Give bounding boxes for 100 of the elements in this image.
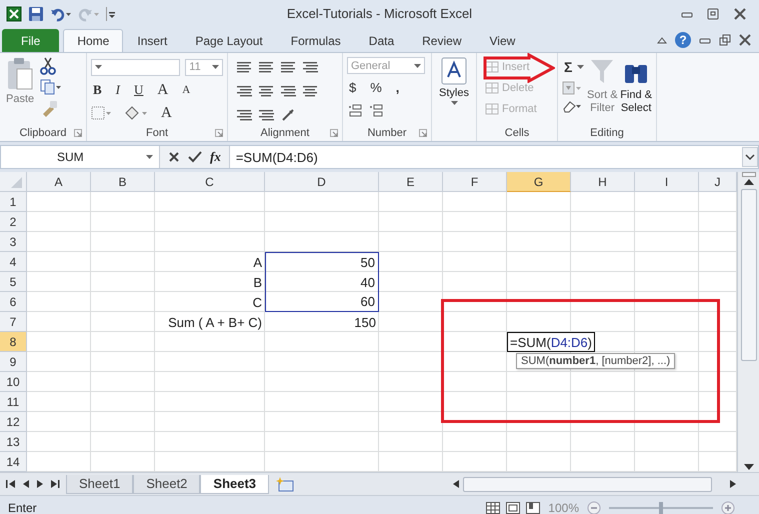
grow-font-button[interactable]: A (155, 82, 170, 98)
copy-icon[interactable] (40, 78, 62, 96)
align-middle-icon[interactable] (258, 60, 274, 74)
insert-function-button[interactable]: fx (210, 149, 221, 165)
row-header[interactable]: 12 (0, 412, 27, 432)
dropdown-icon[interactable] (414, 64, 421, 68)
row-header[interactable]: 5 (0, 272, 27, 292)
spreadsheet-icon[interactable] (6, 6, 22, 22)
italic-button[interactable]: I (114, 82, 122, 98)
row-header[interactable]: 10 (0, 372, 27, 392)
sheet-tab[interactable]: Sheet3 (200, 474, 270, 494)
font-color-button[interactable]: A (159, 104, 174, 122)
column-header[interactable]: D (265, 172, 379, 192)
column-header[interactable]: E (379, 172, 443, 192)
ribbon-tab[interactable]: Review (408, 29, 476, 52)
ribbon-tab[interactable]: Page Layout (181, 29, 277, 52)
next-sheet-icon[interactable] (36, 479, 44, 489)
help-button[interactable]: ? (675, 32, 691, 48)
ribbon-tab[interactable]: View (476, 29, 530, 52)
currency-button[interactable]: $ (347, 80, 358, 94)
formula-field[interactable]: =SUM(D4:D6) (230, 150, 742, 164)
previous-sheet-icon[interactable] (22, 479, 30, 489)
column-header[interactable]: G (507, 172, 571, 192)
font-name-field[interactable] (91, 58, 180, 76)
autosum-button[interactable]: Σ (562, 59, 574, 75)
enter-icon[interactable] (188, 151, 202, 163)
row-header[interactable]: 9 (0, 352, 27, 372)
active-cell[interactable]: =SUM(D4:D6) (507, 332, 596, 352)
align-center-icon[interactable] (258, 84, 274, 98)
underline-button[interactable]: U (132, 82, 146, 98)
dropdown-icon[interactable] (95, 65, 102, 69)
last-sheet-icon[interactable] (50, 479, 60, 489)
shrink-font-button[interactable]: A (180, 84, 192, 96)
close-icon[interactable] (733, 8, 747, 20)
first-sheet-icon[interactable] (6, 479, 16, 489)
zoom-slider-thumb[interactable] (659, 502, 663, 514)
fill-color-icon[interactable] (123, 105, 149, 121)
row-header[interactable]: 8 (0, 332, 27, 352)
customize-toolbar-icon[interactable] (106, 6, 116, 22)
sheet-tab[interactable]: Sheet1 (66, 474, 134, 494)
dropdown-icon[interactable] (450, 101, 458, 105)
maximize-icon[interactable] (707, 8, 719, 20)
dialog-launcher-icon[interactable] (74, 129, 82, 137)
merge-icon[interactable] (302, 84, 318, 98)
zoom-in-icon[interactable] (721, 501, 735, 514)
decrease-indent-icon[interactable] (236, 108, 252, 122)
row-header[interactable]: 3 (0, 232, 27, 252)
expand-icon[interactable] (742, 147, 758, 167)
styles-button[interactable]: Styles (437, 57, 471, 125)
column-header[interactable]: B (91, 172, 155, 192)
column-header[interactable]: J (699, 172, 737, 192)
restore-icon[interactable] (719, 34, 731, 46)
row-header[interactable]: 6 (0, 292, 27, 312)
ribbon-tab[interactable]: Home (63, 29, 124, 52)
undo-icon[interactable] (50, 6, 72, 22)
sheet-tab[interactable]: Sheet2 (133, 474, 200, 494)
align-right-icon[interactable] (280, 84, 296, 98)
percent-button[interactable]: % (368, 80, 384, 94)
align-bottom-icon[interactable] (280, 60, 296, 74)
column-header[interactable]: F (443, 172, 507, 192)
close-icon[interactable] (739, 34, 751, 46)
dialog-launcher-icon[interactable] (330, 129, 338, 137)
ribbon-tab[interactable]: Insert (123, 29, 182, 52)
row-header[interactable]: 2 (0, 212, 27, 232)
ribbon-tab[interactable]: File (2, 29, 60, 52)
name-box[interactable]: SUM (1, 146, 159, 168)
borders-icon[interactable] (91, 106, 113, 120)
comma-button[interactable]: , (394, 80, 402, 94)
row-header[interactable]: 13 (0, 432, 27, 452)
cancel-icon[interactable] (168, 151, 180, 163)
row-header[interactable]: 7 (0, 312, 27, 332)
scroll-thumb[interactable] (463, 476, 712, 492)
dialog-launcher-icon[interactable] (419, 129, 427, 137)
dropdown-icon[interactable] (146, 155, 153, 159)
page-layout-view-icon[interactable] (506, 502, 520, 514)
collapse-ribbon-icon[interactable] (657, 36, 667, 44)
split-handle-icon[interactable] (742, 172, 756, 177)
scissors-icon[interactable] (40, 57, 56, 75)
wrap-text-icon[interactable] (302, 60, 318, 74)
new-sheet-icon[interactable] (275, 476, 296, 492)
increase-decimal-icon[interactable] (347, 103, 363, 117)
normal-view-icon[interactable] (486, 502, 500, 514)
editing-button[interactable]: Find & Select (620, 57, 652, 125)
column-header[interactable]: I (635, 172, 699, 192)
scroll-thumb[interactable] (740, 189, 756, 361)
scroll-right-icon[interactable] (729, 479, 737, 489)
bold-button[interactable]: B (91, 82, 104, 98)
row-header[interactable]: 4 (0, 252, 27, 272)
column-header[interactable]: H (571, 172, 635, 192)
save-icon[interactable] (28, 6, 44, 22)
row-header[interactable]: 14 (0, 452, 27, 472)
eraser-icon[interactable] (562, 99, 582, 113)
page-break-view-icon[interactable] (526, 502, 540, 514)
scroll-up-icon[interactable] (742, 177, 756, 187)
align-left-icon[interactable] (236, 84, 252, 98)
dropdown-icon[interactable] (212, 65, 219, 69)
column-header[interactable]: A (27, 172, 91, 192)
dialog-launcher-icon[interactable] (215, 129, 223, 137)
column-header[interactable]: C (155, 172, 265, 192)
increase-indent-icon[interactable] (258, 108, 274, 122)
